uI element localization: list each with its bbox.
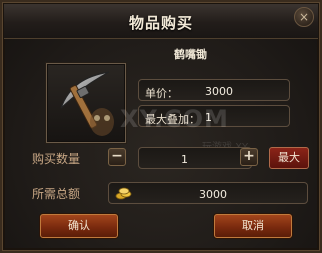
confirm-button[interactable]: 确认 <box>40 214 118 238</box>
total-field: 3000 <box>108 182 308 204</box>
unit-price-value: 3000 <box>205 85 233 98</box>
title-bar[interactable]: 物品购买 × <box>4 4 318 39</box>
close-icon[interactable]: × <box>294 7 314 27</box>
quantity-label: 购买数量 <box>32 152 81 166</box>
quantity-value: 1 <box>181 153 188 166</box>
gold-coins-icon <box>115 187 132 200</box>
dialog-title: 物品购买 <box>128 14 193 32</box>
pickaxe-icon <box>60 71 114 136</box>
quantity-input[interactable]: 1 <box>138 147 252 169</box>
cancel-button[interactable]: 取消 <box>214 214 292 238</box>
increase-quantity-button[interactable]: + <box>240 148 258 166</box>
total-label: 所需总额 <box>32 187 81 201</box>
total-value: 3000 <box>199 188 227 201</box>
unit-price-label: 单价： <box>145 87 178 100</box>
decrease-quantity-button[interactable]: − <box>108 148 126 166</box>
max-quantity-button[interactable]: 最大 <box>269 147 309 169</box>
unit-price-field: 单价： 3000 <box>138 79 290 101</box>
item-name: 鹤嘴锄 <box>174 48 207 61</box>
watermark: XY.COM <box>120 105 229 133</box>
purchase-dialog: 物品购买 × 鹤嘴锄 单价： 3000 最大叠加： 1 XY.COM 玩游戏 X… <box>0 0 322 253</box>
item-slot <box>46 63 126 143</box>
